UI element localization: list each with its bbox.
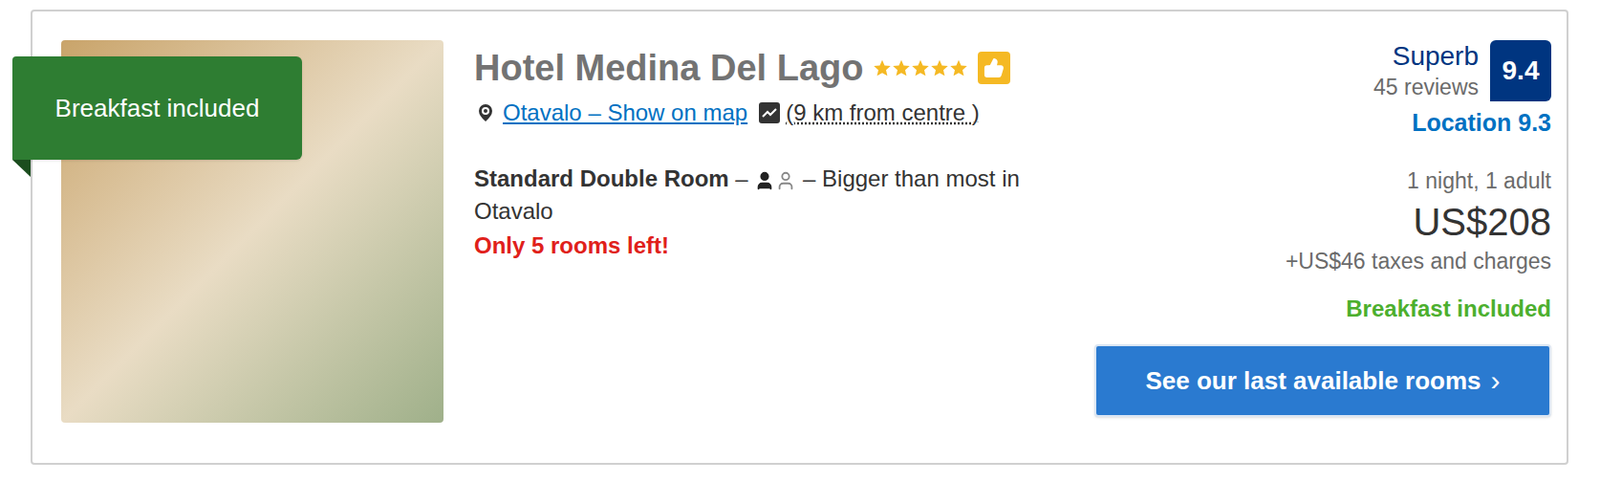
location-score: Location 9.3 xyxy=(1411,107,1552,138)
price-panel: Superb45 reviews 9.4 Location 9.3 1 night, … xyxy=(1082,40,1552,463)
star-icon xyxy=(872,58,892,78)
price: US$208 xyxy=(1412,198,1552,245)
star-rating xyxy=(872,58,969,78)
star-icon xyxy=(949,58,969,78)
pin-icon xyxy=(474,101,498,125)
star-icon xyxy=(910,58,930,78)
see-rooms-button[interactable]: See our last available rooms› xyxy=(1094,344,1552,417)
map-link[interactable]: Otavalo – Show on map xyxy=(502,97,748,129)
person-icon xyxy=(775,170,797,192)
score-badge: 9.4 xyxy=(1490,40,1552,102)
taxes: +US$46 taxes and charges xyxy=(1285,246,1552,276)
hotel-name[interactable]: Hotel Medina Del Lago xyxy=(474,45,864,90)
ribbon-fold xyxy=(12,159,31,177)
meal-info: Breakfast included xyxy=(1345,294,1552,324)
page: Breakfast included Hotel Medina Del Lago O… xyxy=(0,0,1600,482)
stay-info: 1 night, 1 adult xyxy=(1406,166,1552,195)
distance: (9 km from centre ) xyxy=(785,97,980,129)
review-count[interactable]: 45 reviews xyxy=(1373,72,1479,102)
rating-label: Superb xyxy=(1392,40,1479,73)
occupancy xyxy=(754,170,797,192)
chevron-icon: › xyxy=(1491,366,1501,395)
availability: Only 5 rooms left! xyxy=(474,229,1083,262)
star-icon xyxy=(891,58,911,78)
thumbs-up-icon xyxy=(977,51,1011,85)
person-icon xyxy=(754,170,776,192)
map-icon xyxy=(758,102,780,124)
star-icon xyxy=(929,58,950,78)
breakfast-ribbon: Breakfast included xyxy=(12,56,303,160)
hotel-info: Hotel Medina Del Lago Otavalo – Show on m… xyxy=(474,40,1083,463)
hotel-card: Breakfast included Hotel Medina Del Lago O… xyxy=(30,9,1569,465)
room-name[interactable]: Standard Double Room xyxy=(474,165,730,192)
hotel-photo[interactable]: Breakfast included xyxy=(61,40,444,423)
